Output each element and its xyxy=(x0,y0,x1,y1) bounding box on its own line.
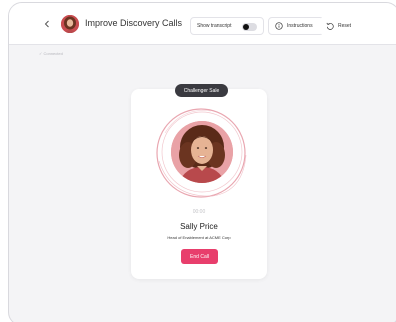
instructions-button[interactable]: Instructions xyxy=(268,17,324,35)
connection-status: ✓ Connected xyxy=(39,51,63,56)
caller-name: Sally Price xyxy=(180,222,218,231)
end-call-button[interactable]: End Call xyxy=(181,249,218,264)
call-timer: 00:00 xyxy=(192,209,206,215)
rotate-left-icon xyxy=(326,22,334,30)
back-button[interactable] xyxy=(39,16,55,32)
toggle-switch[interactable] xyxy=(242,23,257,31)
top-bar: Improve Discovery Calls Show transcript … xyxy=(9,3,396,45)
info-circle-icon xyxy=(275,22,283,30)
chevron-left-icon xyxy=(44,20,49,28)
reset-button[interactable]: Reset xyxy=(320,17,360,35)
caller-role: Head of Enablement at ACME Corp xyxy=(167,235,231,240)
page-title: Improve Discovery Calls xyxy=(85,18,183,28)
reset-label: Reset xyxy=(338,23,352,29)
show-transcript-label: Show transcript xyxy=(197,23,232,29)
instructions-label: Instructions xyxy=(287,23,313,29)
caller-photo xyxy=(171,121,233,183)
caller-portrait xyxy=(171,121,233,183)
mode-badge: Challenger Sale xyxy=(175,84,228,97)
avatar xyxy=(61,15,79,33)
avatar-image xyxy=(61,15,79,33)
show-transcript-toggle[interactable]: Show transcript xyxy=(190,17,264,35)
